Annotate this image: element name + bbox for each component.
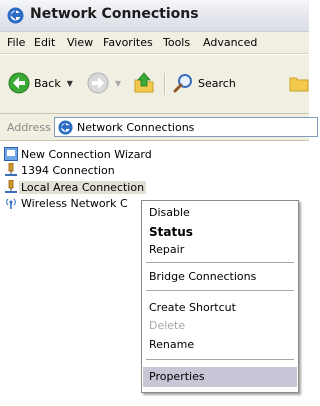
back-button[interactable]: Back ▼ (8, 69, 73, 97)
menu-item-properties[interactable]: Properties (143, 367, 297, 387)
menu-tools[interactable]: Tools (163, 36, 190, 49)
list-item-label: New Connection Wizard (21, 147, 152, 161)
window-title: Network Connections (30, 6, 199, 22)
menu-item-create-shortcut[interactable]: Create Shortcut (143, 298, 297, 318)
network-connections-icon (7, 7, 24, 24)
list-item-local-area-connection[interactable]: Local Area Connection (4, 179, 147, 195)
menu-item-disable[interactable]: Disable (143, 203, 297, 223)
address-bar: Address Network Connections (0, 114, 318, 141)
title-bar: Network Connections (0, 0, 309, 32)
wizard-icon (4, 147, 18, 161)
back-arrow-icon (8, 72, 30, 94)
search-button[interactable]: Search (172, 69, 236, 97)
menu-bar: File Edit View Favorites Tools Advanced (0, 32, 309, 54)
up-folder-button[interactable] (132, 69, 156, 97)
menu-item-rename[interactable]: Rename (143, 335, 297, 355)
list-item-new-connection-wizard[interactable]: New Connection Wizard (4, 146, 152, 162)
list-item-wireless-network-connection[interactable]: Wireless Network C (4, 195, 128, 211)
menu-file[interactable]: File (7, 36, 25, 49)
menu-separator (146, 290, 294, 291)
menu-item-bridge-connections[interactable]: Bridge Connections (143, 267, 297, 287)
toolbar-separator (164, 73, 165, 95)
forward-button[interactable]: ▼ (87, 69, 121, 97)
toolbar: Back ▼ ▼ Search (0, 55, 309, 114)
context-menu: Disable Status Repair Bridge Connections… (141, 200, 299, 393)
network-cable-icon (5, 180, 17, 193)
address-field[interactable]: Network Connections (54, 117, 318, 137)
menu-item-status[interactable]: Status (143, 222, 297, 242)
up-folder-icon (134, 72, 154, 93)
address-value: Network Connections (77, 120, 195, 134)
list-item-label: Wireless Network C (21, 196, 128, 210)
network-cable-icon (5, 163, 17, 176)
menu-advanced[interactable]: Advanced (203, 36, 257, 49)
address-label: Address (7, 121, 51, 134)
network-connections-icon (58, 119, 73, 135)
menu-separator (146, 359, 294, 360)
menu-item-repair[interactable]: Repair (143, 240, 297, 260)
wireless-icon (6, 198, 16, 209)
search-label: Search (198, 76, 236, 90)
menu-separator (146, 262, 294, 263)
back-dropdown-icon[interactable]: ▼ (67, 79, 73, 88)
menu-edit[interactable]: Edit (34, 36, 55, 49)
forward-dropdown-icon[interactable]: ▼ (115, 79, 121, 88)
list-item-label: Local Area Connection (19, 180, 147, 194)
folders-button[interactable] (288, 69, 310, 97)
menu-view[interactable]: View (67, 36, 93, 49)
back-label: Back (34, 76, 61, 90)
list-item-label: 1394 Connection (21, 163, 115, 177)
menu-item-delete[interactable]: Delete (143, 316, 297, 336)
forward-arrow-icon (87, 72, 109, 94)
menu-favorites[interactable]: Favorites (103, 36, 153, 49)
search-icon (173, 74, 192, 93)
folders-icon (289, 77, 309, 92)
list-item-1394-connection[interactable]: 1394 Connection (4, 162, 115, 178)
